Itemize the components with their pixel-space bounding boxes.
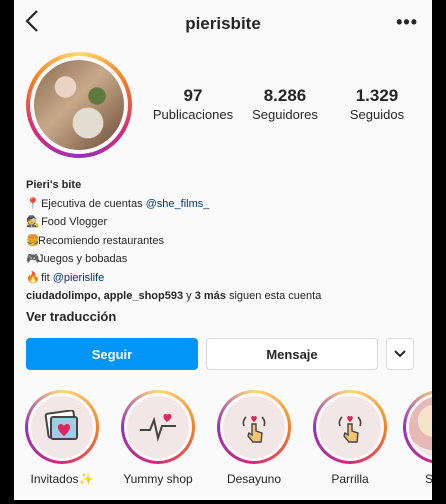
highlight-item[interactable]: Invitados✨ [22,390,102,486]
detective-icon: 🕵 [26,216,40,228]
photo-heart-icon [31,396,93,458]
mention-link[interactable]: @she_films_ [146,198,210,210]
suggested-dropdown-button[interactable] [386,338,414,370]
bio-line: 🍔Recomiendo restaurantes [26,232,426,251]
bio-line: 📍 Ejecutiva de cuentas @she_films_ [26,195,426,214]
highlight-label: Yummy shop [123,472,193,486]
highlight-item[interactable]: Parrilla [310,390,390,486]
stat-label: Seguidos [349,107,405,122]
stat-label: Publicaciones [152,107,234,122]
followed-by[interactable]: ciudadolimpo, apple_shop593 y 3 más sigu… [26,287,426,306]
bio-line: 🔥 fit @pierislife [26,269,426,288]
more-options-icon[interactable]: ••• [396,12,418,33]
fire-icon: 🔥 [26,271,40,284]
profile-actions: Seguir Mensaje [26,338,422,370]
tap-hand-icon [319,396,381,458]
highlight-item[interactable]: Saluc [400,390,432,486]
highlight-label: Desayuno [226,472,282,486]
highlight-item[interactable]: Desayuno [214,390,294,486]
mention-link[interactable]: @pierislife [53,272,105,284]
top-bar: pierisbite ••• [14,0,432,44]
profile-username: pierisbite [185,14,261,33]
stat-value: 1.329 [355,86,399,105]
profile-screen: pierisbite ••• 97 Publicaciones 8.286 Se… [14,0,432,500]
tap-hand-icon [223,396,285,458]
chevron-down-icon [394,350,406,358]
highlight-item[interactable]: Yummy shop [118,390,198,486]
profile-stats: 97 Publicaciones 8.286 Seguidores 1.329 … [150,86,420,124]
story-highlights: Invitados✨ Yummy shop Desayuno Parrilla … [22,390,432,500]
stat-followers[interactable]: 8.286 Seguidores [242,86,328,124]
stat-posts[interactable]: 97 Publicaciones [150,86,236,124]
stat-value: 97 [183,86,203,105]
heartbeat-icon [127,396,189,458]
stat-label: Seguidores [252,107,318,122]
avatar[interactable] [26,52,132,158]
stat-following[interactable]: 1.329 Seguidos [334,86,420,124]
highlight-label: Saluc [424,472,432,486]
burger-icon: 🍔 [26,234,40,247]
bio-line: 🎮Juegos y bobadas [26,250,426,269]
bio-line: 🕵 Food Vlogger [26,213,426,232]
see-translation-link[interactable]: Ver traducción [26,306,426,328]
highlight-label: Invitados✨ [30,472,94,486]
follow-button[interactable]: Seguir [26,338,198,370]
bio-name: Pieri's bite [26,179,82,191]
game-controller-icon: 🎮 [26,253,40,265]
stat-value: 8.286 [263,86,307,105]
bio: Pieri's bite 📍 Ejecutiva de cuentas @she… [26,176,426,328]
profile-photo [34,60,124,150]
pin-icon: 📍 [26,197,40,210]
highlight-label: Parrilla [331,472,369,486]
message-button[interactable]: Mensaje [206,338,378,370]
